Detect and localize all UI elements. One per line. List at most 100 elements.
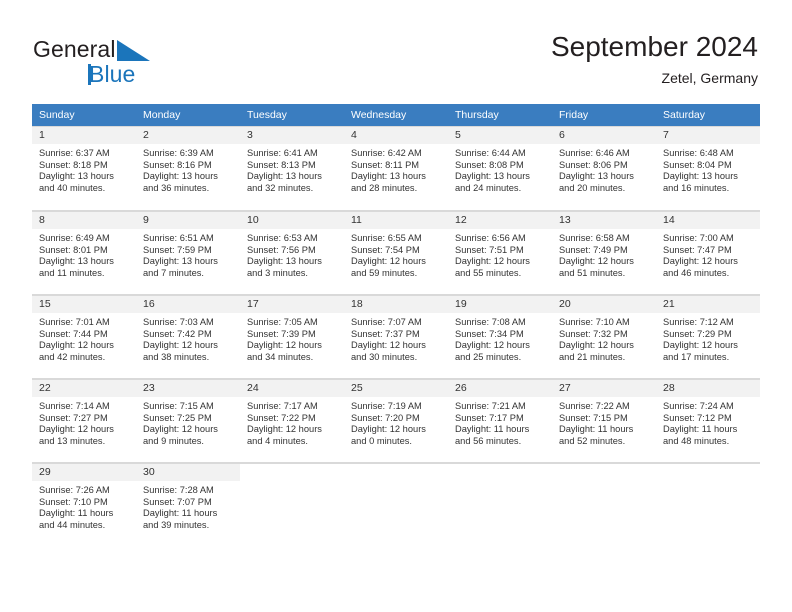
- calendar-week-row: 22 Sunrise: 7:14 AM Sunset: 7:27 PM Dayligh…: [32, 378, 760, 463]
- daylight-text-line1: Daylight: 11 hours: [143, 508, 218, 519]
- calendar-day[interactable]: 26 Sunrise: 7:21 AM Sunset: 7:17 PM Dayligh…: [448, 379, 552, 462]
- weekday-header-thursday: Thursday: [448, 104, 552, 127]
- calendar-day[interactable]: 29 Sunrise: 7:26 AM Sunset: 7:10 PM Dayligh…: [32, 463, 136, 546]
- calendar-day[interactable]: 27 Sunrise: 7:22 AM Sunset: 7:15 PM Dayligh…: [552, 379, 656, 462]
- sunrise-text: Sunrise: 7:03 AM: [143, 317, 214, 327]
- daylight-text-line1: Daylight: 12 hours: [39, 424, 114, 435]
- calendar-cell: 6 Sunrise: 6:46 AM Sunset: 8:06 PM Daylight…: [552, 126, 656, 211]
- calendar-day[interactable]: 9 Sunrise: 6:51 AM Sunset: 7:59 PM Daylight…: [136, 211, 240, 294]
- day-number: 14: [656, 212, 760, 229]
- daylight-text-line2: and 56 minutes.: [455, 435, 522, 446]
- day-number: 12: [448, 212, 552, 229]
- day-sun-info: Sunrise: 7:05 AM Sunset: 7:39 PM Daylight:…: [240, 313, 344, 363]
- sunrise-text: Sunrise: 7:19 AM: [351, 401, 422, 411]
- calendar-cell: 21 Sunrise: 7:12 AM Sunset: 7:29 PM Dayligh…: [656, 294, 760, 379]
- day-sun-info: Sunrise: 7:10 AM Sunset: 7:32 PM Daylight:…: [552, 313, 656, 363]
- daylight-text-line1: Daylight: 12 hours: [143, 424, 218, 435]
- calendar-day[interactable]: 5 Sunrise: 6:44 AM Sunset: 8:08 PM Daylight…: [448, 127, 552, 210]
- daylight-text-line2: and 13 minutes.: [39, 435, 106, 446]
- calendar-day[interactable]: 28 Sunrise: 7:24 AM Sunset: 7:12 PM Dayligh…: [656, 379, 760, 462]
- calendar-cell: 23 Sunrise: 7:15 AM Sunset: 7:25 PM Dayligh…: [136, 378, 240, 463]
- sunset-text: Sunset: 8:08 PM: [455, 159, 524, 170]
- day-sun-info: Sunrise: 6:39 AM Sunset: 8:16 PM Daylight:…: [136, 144, 240, 194]
- daylight-text-line1: Daylight: 12 hours: [247, 424, 322, 435]
- daylight-text-line1: Daylight: 11 hours: [663, 424, 738, 435]
- sunset-text: Sunset: 8:06 PM: [559, 159, 628, 170]
- calendar-cell: 24 Sunrise: 7:17 AM Sunset: 7:22 PM Dayligh…: [240, 378, 344, 463]
- calendar-cell: 8 Sunrise: 6:49 AM Sunset: 8:01 PM Daylight…: [32, 210, 136, 295]
- sunset-text: Sunset: 7:27 PM: [39, 412, 108, 423]
- calendar-day[interactable]: 20 Sunrise: 7:10 AM Sunset: 7:32 PM Dayligh…: [552, 295, 656, 378]
- calendar-day[interactable]: 8 Sunrise: 6:49 AM Sunset: 8:01 PM Daylight…: [32, 211, 136, 294]
- calendar-day[interactable]: 17 Sunrise: 7:05 AM Sunset: 7:39 PM Dayligh…: [240, 295, 344, 378]
- day-number: [344, 464, 448, 481]
- calendar-day[interactable]: 21 Sunrise: 7:12 AM Sunset: 7:29 PM Dayligh…: [656, 295, 760, 378]
- calendar-day[interactable]: 11 Sunrise: 6:55 AM Sunset: 7:54 PM Dayligh…: [344, 211, 448, 294]
- calendar-day[interactable]: 1 Sunrise: 6:37 AM Sunset: 8:18 PM Daylight…: [32, 127, 136, 210]
- brand-accent-bar: [88, 64, 91, 85]
- brand-line-one: General: [33, 36, 263, 62]
- calendar-day[interactable]: 16 Sunrise: 7:03 AM Sunset: 7:42 PM Dayligh…: [136, 295, 240, 378]
- daylight-text-line1: Daylight: 12 hours: [663, 256, 738, 267]
- calendar-day[interactable]: 18 Sunrise: 7:07 AM Sunset: 7:37 PM Dayligh…: [344, 295, 448, 378]
- day-number: [240, 464, 344, 481]
- sunset-text: Sunset: 7:59 PM: [143, 244, 212, 255]
- daylight-text-line1: Daylight: 12 hours: [559, 256, 634, 267]
- calendar-day[interactable]: 4 Sunrise: 6:42 AM Sunset: 8:11 PM Daylight…: [344, 127, 448, 210]
- calendar-day[interactable]: 25 Sunrise: 7:19 AM Sunset: 7:20 PM Dayligh…: [344, 379, 448, 462]
- calendar-cell: 2 Sunrise: 6:39 AM Sunset: 8:16 PM Daylight…: [136, 126, 240, 211]
- sunrise-text: Sunrise: 6:55 AM: [351, 233, 422, 243]
- sunrise-text: Sunrise: 6:44 AM: [455, 148, 526, 158]
- page-title: September 2024: [550, 31, 758, 62]
- calendar-day-empty: [240, 463, 344, 546]
- day-number: 17: [240, 296, 344, 313]
- daylight-text-line1: Daylight: 11 hours: [559, 424, 634, 435]
- day-sun-info: Sunrise: 7:08 AM Sunset: 7:34 PM Daylight:…: [448, 313, 552, 363]
- day-number: 30: [136, 464, 240, 481]
- calendar-day[interactable]: 14 Sunrise: 7:00 AM Sunset: 7:47 PM Dayligh…: [656, 211, 760, 294]
- calendar-day[interactable]: 23 Sunrise: 7:15 AM Sunset: 7:25 PM Dayligh…: [136, 379, 240, 462]
- sunrise-text: Sunrise: 7:17 AM: [247, 401, 318, 411]
- day-number: 3: [240, 127, 344, 144]
- page-header: General Blue September 2024 Zetel, Germa…: [0, 0, 792, 100]
- daylight-text-line2: and 17 minutes.: [663, 351, 730, 362]
- sunrise-text: Sunrise: 6:42 AM: [351, 148, 422, 158]
- daylight-text-line1: Daylight: 12 hours: [455, 340, 530, 351]
- sunrise-text: Sunrise: 6:46 AM: [559, 148, 630, 158]
- day-sun-info: Sunrise: 7:22 AM Sunset: 7:15 PM Daylight:…: [552, 397, 656, 447]
- day-sun-info: Sunrise: 7:01 AM Sunset: 7:44 PM Daylight:…: [32, 313, 136, 363]
- sunrise-text: Sunrise: 6:51 AM: [143, 233, 214, 243]
- weekday-header-monday: Monday: [136, 104, 240, 127]
- brand-logo[interactable]: General Blue: [33, 36, 263, 92]
- daylight-text-line1: Daylight: 12 hours: [39, 340, 114, 351]
- daylight-text-line1: Daylight: 11 hours: [455, 424, 530, 435]
- calendar-day[interactable]: 15 Sunrise: 7:01 AM Sunset: 7:44 PM Dayligh…: [32, 295, 136, 378]
- sunset-text: Sunset: 7:25 PM: [143, 412, 212, 423]
- calendar-cell: [552, 462, 656, 546]
- weekday-header-sunday: Sunday: [32, 104, 136, 127]
- daylight-text-line1: Daylight: 13 hours: [247, 256, 322, 267]
- day-number: 9: [136, 212, 240, 229]
- calendar-day[interactable]: 3 Sunrise: 6:41 AM Sunset: 8:13 PM Daylight…: [240, 127, 344, 210]
- calendar-day[interactable]: 7 Sunrise: 6:48 AM Sunset: 8:04 PM Daylight…: [656, 127, 760, 210]
- calendar-day[interactable]: 13 Sunrise: 6:58 AM Sunset: 7:49 PM Dayligh…: [552, 211, 656, 294]
- calendar-day[interactable]: 19 Sunrise: 7:08 AM Sunset: 7:34 PM Dayligh…: [448, 295, 552, 378]
- sunset-text: Sunset: 7:42 PM: [143, 328, 212, 339]
- sunset-text: Sunset: 7:39 PM: [247, 328, 316, 339]
- calendar-day[interactable]: 22 Sunrise: 7:14 AM Sunset: 7:27 PM Dayligh…: [32, 379, 136, 462]
- calendar-day[interactable]: 6 Sunrise: 6:46 AM Sunset: 8:06 PM Daylight…: [552, 127, 656, 210]
- calendar-day[interactable]: 30 Sunrise: 7:28 AM Sunset: 7:07 PM Dayligh…: [136, 463, 240, 546]
- day-sun-info: Sunrise: 6:53 AM Sunset: 7:56 PM Daylight:…: [240, 229, 344, 279]
- calendar-day[interactable]: 12 Sunrise: 6:56 AM Sunset: 7:51 PM Dayligh…: [448, 211, 552, 294]
- calendar-cell: 25 Sunrise: 7:19 AM Sunset: 7:20 PM Dayligh…: [344, 378, 448, 463]
- day-number: 7: [656, 127, 760, 144]
- calendar-day[interactable]: 10 Sunrise: 6:53 AM Sunset: 7:56 PM Dayligh…: [240, 211, 344, 294]
- calendar-day[interactable]: 2 Sunrise: 6:39 AM Sunset: 8:16 PM Daylight…: [136, 127, 240, 210]
- calendar-day[interactable]: 24 Sunrise: 7:17 AM Sunset: 7:22 PM Dayligh…: [240, 379, 344, 462]
- calendar-page: General Blue September 2024 Zetel, Germa…: [0, 0, 792, 612]
- daylight-text-line2: and 52 minutes.: [559, 435, 626, 446]
- day-number: 13: [552, 212, 656, 229]
- day-number: 2: [136, 127, 240, 144]
- sunrise-text: Sunrise: 6:39 AM: [143, 148, 214, 158]
- sunrise-text: Sunrise: 6:56 AM: [455, 233, 526, 243]
